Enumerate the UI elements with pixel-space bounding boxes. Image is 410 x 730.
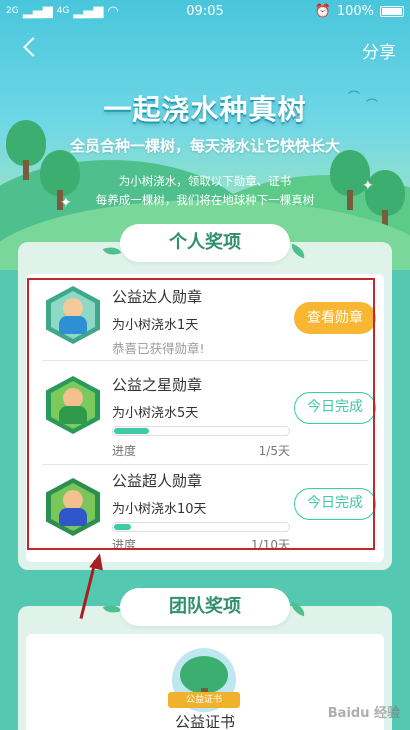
share-button[interactable]: 分享 — [362, 38, 396, 63]
description-line-1: 为小树浇水，领取以下勋章、证书 — [118, 174, 292, 188]
page-subtitle: 全员合种一棵树，每天浇水让它快快长大 — [69, 137, 340, 155]
alarm-icon: ⏰ — [314, 4, 331, 19]
page-title: 一起浇水种真树 — [103, 93, 307, 126]
battery-icon — [380, 6, 404, 17]
baidu-watermark: Baidu 经验 — [327, 706, 400, 721]
team-awards-title: 团队奖项 — [120, 588, 290, 626]
personal-awards-title: 个人奖项 — [120, 224, 290, 262]
page-description: 为小树浇水，领取以下勋章、证书 每养成一棵树，我们将在地球种下一棵真树 — [0, 172, 410, 210]
battery-percent: 100% — [336, 4, 374, 19]
certificate-ribbon: 公益证书 — [168, 692, 240, 708]
description-line-2: 每养成一棵树，我们将在地球种下一棵真树 — [95, 193, 315, 207]
chevron-left-icon — [23, 37, 43, 57]
status-bar: 2G ▂▄▆ 4G ▂▄▆ ◠ 09:05 ⏰ 100% — [0, 0, 410, 24]
back-button[interactable] — [20, 36, 44, 60]
highlight-box — [27, 278, 375, 550]
